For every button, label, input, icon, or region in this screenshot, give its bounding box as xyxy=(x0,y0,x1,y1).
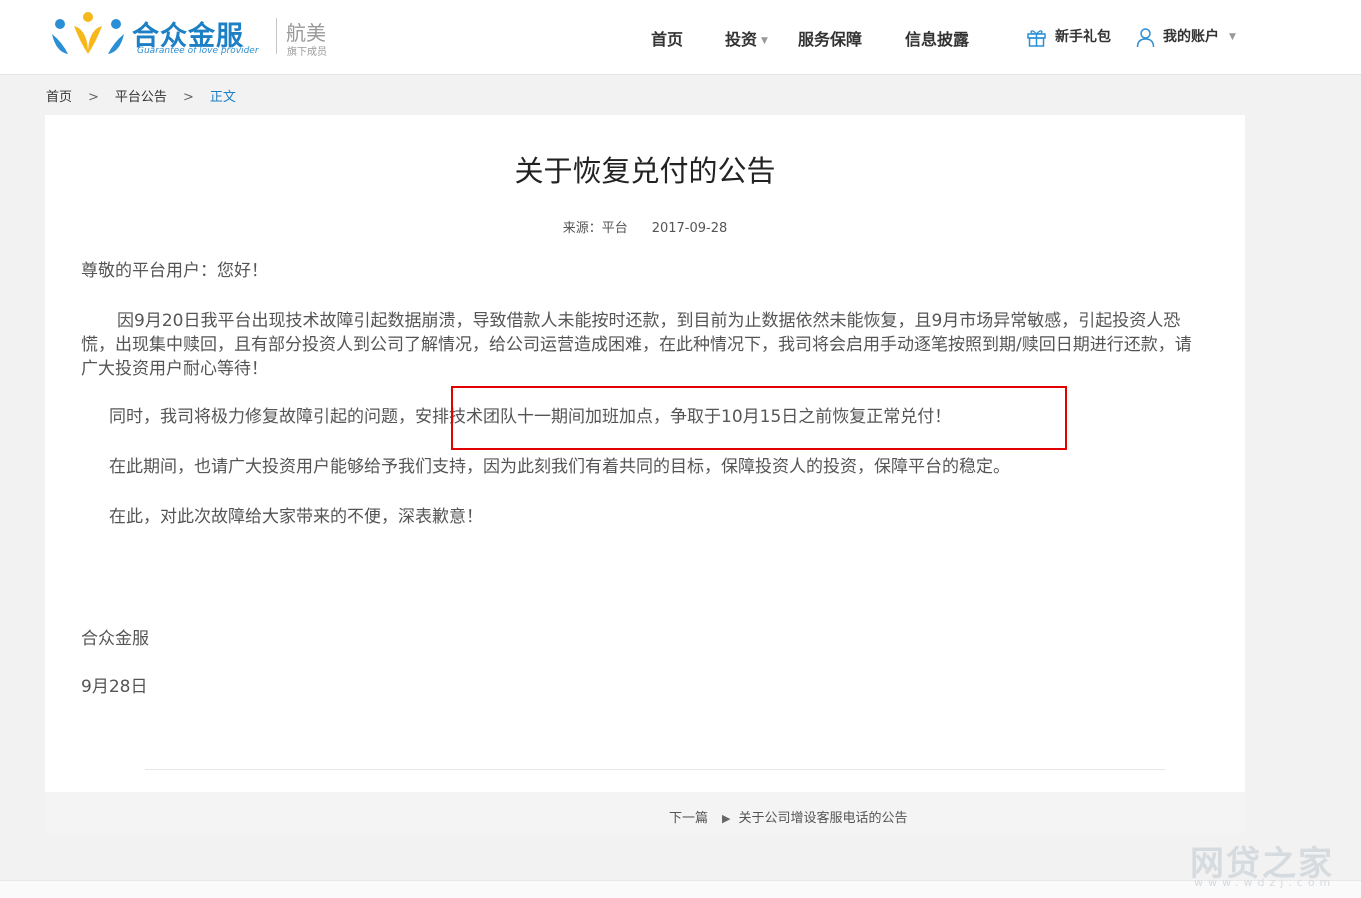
nav-item-disclosure[interactable]: 信息披露 xyxy=(905,26,969,50)
article-date: 2017-09-28 xyxy=(651,221,728,236)
logo-mark-icon xyxy=(52,12,124,54)
article-footer-nav: 下一篇 ▶ 关于公司增设客服电话的公告 xyxy=(45,792,1245,833)
partner-brand: 航美 xyxy=(286,21,326,45)
user-icon xyxy=(1136,27,1155,47)
signature-date: 9月28日 xyxy=(81,677,148,697)
paragraph: 因9月20日我平台出现技术故障引起数据崩溃，导致借款人未能按时还款，到目前为止数… xyxy=(81,311,1192,379)
breadcrumb-announcements[interactable]: 平台公告 xyxy=(115,86,167,105)
nav-item-invest[interactable]: 投资 ▼ xyxy=(725,26,768,50)
article-source: 来源：平台 xyxy=(562,221,628,236)
nav-item-service[interactable]: 服务保障 xyxy=(798,26,862,50)
nav-item-label: 首页 xyxy=(651,30,684,49)
chevron-down-icon: ▼ xyxy=(761,35,768,46)
breadcrumb-current: 正文 xyxy=(209,90,236,105)
logo-divider xyxy=(276,18,277,54)
page-bottom-strip xyxy=(0,880,1361,898)
gift-link[interactable]: 新手礼包 xyxy=(1026,26,1111,48)
breadcrumb-separator: > xyxy=(88,90,99,105)
paragraph: 在此，对此次故障给大家带来的不便，深表歉意！ xyxy=(109,507,483,527)
article-title: 关于恢复兑付的公告 xyxy=(514,154,776,188)
arrow-right-icon: ▶ xyxy=(722,812,731,825)
article-panel: 关于恢复兑付的公告 来源：平台 2017-09-28 尊敬的平台用户：您好！ 因9… xyxy=(45,115,1245,833)
paragraph: 在此期间，也请广大投资用户能够给予我们支持，因为此刻我们有着共同的目标，保障投资… xyxy=(109,457,1010,477)
signature: 合众金服 xyxy=(81,629,149,649)
next-article-link[interactable]: 下一篇 ▶ 关于公司增设客服电话的公告 xyxy=(669,807,908,826)
site-logo[interactable]: 合众金服 Guarantee of love provider 航美 旗下成员 xyxy=(48,12,348,62)
chevron-down-icon: ▼ xyxy=(1229,32,1236,42)
nav-item-label: 投资 xyxy=(725,30,758,49)
next-title[interactable]: 关于公司增设客服电话的公告 xyxy=(738,807,907,826)
breadcrumb-separator: > xyxy=(182,90,194,105)
watermark-logo: 网贷之家 www.wdzj.com xyxy=(1186,834,1346,894)
nav-item-home[interactable]: 首页 xyxy=(651,26,683,50)
breadcrumb: 首页 > 平台公告 > 正文 xyxy=(46,86,236,105)
gift-icon xyxy=(1027,29,1046,47)
partner-sub: 旗下成员 xyxy=(287,47,327,58)
breadcrumb-home[interactable]: 首页 xyxy=(46,86,72,105)
gift-label: 新手礼包 xyxy=(1055,29,1111,45)
highlight-annotation-box xyxy=(451,386,1067,450)
account-label: 我的账户 xyxy=(1163,29,1219,45)
top-header: 合众金服 Guarantee of love provider 航美 旗下成员 … xyxy=(0,0,1361,75)
account-menu[interactable]: 我的账户 ▼ xyxy=(1136,26,1236,48)
logo-tagline: Guarantee of love provider xyxy=(137,46,259,56)
divider xyxy=(145,769,1165,770)
nav-item-label: 服务保障 xyxy=(798,30,863,49)
article-meta: 来源：平台 2017-09-28 xyxy=(45,217,1245,236)
nav-item-label: 信息披露 xyxy=(905,30,970,49)
watermark-url: www.wdzj.com xyxy=(1194,876,1336,889)
next-label: 下一篇 xyxy=(669,811,709,826)
greeting: 尊敬的平台用户：您好！ xyxy=(81,261,268,281)
